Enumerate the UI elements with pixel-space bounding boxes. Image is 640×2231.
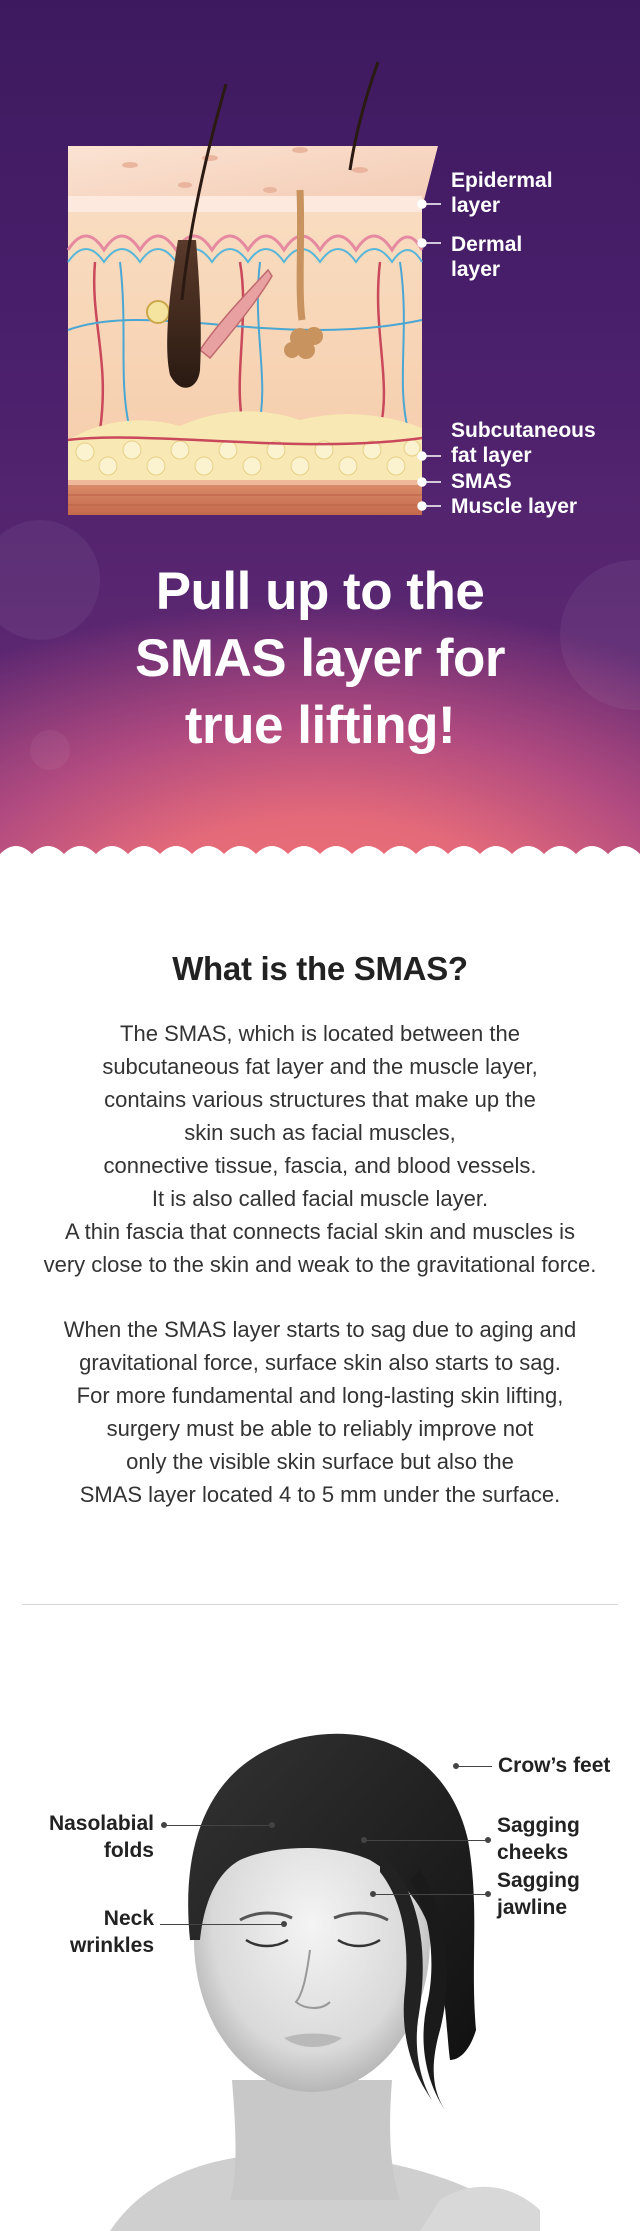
paragraph-1: The SMAS, which is located between the s… (0, 1017, 640, 1281)
text-line: surgery must be able to reliably improve… (106, 1416, 534, 1441)
hero-title-line: SMAS layer for (134, 629, 506, 688)
text-line: very close to the skin and weak to the g… (43, 1252, 597, 1277)
label-neck-wrinkles: Neck wrinkles (36, 1905, 154, 1959)
pointer-dot (281, 1921, 287, 1927)
label-line: jawline (497, 1896, 568, 1919)
pointer-line (456, 1766, 492, 1767)
hero-title-line: Pull up to the (155, 562, 485, 621)
label-muscle-layer: Muscle layer (451, 495, 578, 518)
label-epidermal-layer: Epidermal layer (451, 168, 631, 218)
text-line: subcutaneous fat layer and the muscle la… (102, 1054, 538, 1079)
text-line: contains various structures that make up… (104, 1087, 536, 1112)
pointer-line (164, 1825, 272, 1826)
hero-section: Epidermal layer Dermal layer Subcutaneou… (0, 0, 640, 870)
label-line: Crow’s feet (498, 1754, 611, 1777)
label-line: wrinkles (69, 1934, 154, 1957)
section-heading: What is the SMAS? (172, 950, 468, 987)
label-dermal-layer: Dermal layer (451, 232, 631, 282)
label-line: fat layer (451, 444, 532, 467)
label-line: layer (451, 258, 501, 281)
text-line: The SMAS, which is located between the (120, 1021, 520, 1046)
section-divider (22, 1604, 618, 1605)
text-line: gravitational force, surface skin also s… (79, 1350, 561, 1375)
label-line: Nasolabial (48, 1812, 154, 1835)
pointer-dot (485, 1837, 491, 1843)
muscle-band (68, 485, 422, 515)
label-line: layer (451, 194, 501, 217)
text-line: only the visible skin surface but also t… (126, 1449, 514, 1474)
label-sagging-cheeks: Sagging cheeks (497, 1812, 580, 1866)
text-line: For more fundamental and long-lasting sk… (76, 1383, 564, 1408)
pointer-dot (485, 1891, 491, 1897)
label-line: Dermal (451, 233, 523, 256)
label-smas: SMAS (451, 470, 512, 493)
label-sagging-jawline: Sagging jawline (497, 1867, 580, 1921)
hero-title: Pull up to the SMAS layer for true lifti… (0, 558, 640, 759)
epidermis-band (68, 196, 422, 212)
wave-divider (0, 846, 640, 870)
pointer-line (364, 1840, 488, 1841)
text-line: SMAS layer located 4 to 5 mm under the s… (79, 1482, 561, 1507)
hero-title-line: true lifting! (184, 696, 456, 755)
label-line: cheeks (497, 1841, 569, 1864)
text-line: When the SMAS layer starts to sag due to… (63, 1317, 577, 1342)
label-crows-feet: Crow’s feet (498, 1752, 610, 1779)
face-diagram-section: Crow’s feet Nasolabial folds Sagging che… (0, 1610, 640, 2231)
pointer-dot (269, 1822, 275, 1828)
pointer-line (373, 1894, 489, 1895)
label-subcutaneous-layer: Subcutaneous fat layer (451, 418, 631, 468)
text-line: skin such as facial muscles, (184, 1120, 456, 1145)
pointer-line (160, 1924, 284, 1925)
label-line: Epidermal (451, 169, 553, 192)
label-line: Sagging (497, 1814, 580, 1837)
label-line: folds (103, 1839, 154, 1862)
text-line: connective tissue, fascia, and blood ves… (103, 1153, 537, 1178)
smas-info-section: What is the SMAS? The SMAS, which is loc… (0, 870, 640, 1610)
label-line: Subcutaneous (451, 419, 596, 442)
label-line: Sagging (497, 1869, 580, 1892)
text-line: It is also called facial muscle layer. (151, 1186, 489, 1211)
label-line: Neck (103, 1907, 154, 1930)
label-nasolabial-folds: Nasolabial folds (36, 1810, 154, 1864)
text-line: A thin fascia that connects facial skin … (65, 1219, 575, 1244)
smas-band (68, 480, 422, 485)
paragraph-2: When the SMAS layer starts to sag due to… (0, 1313, 640, 1511)
